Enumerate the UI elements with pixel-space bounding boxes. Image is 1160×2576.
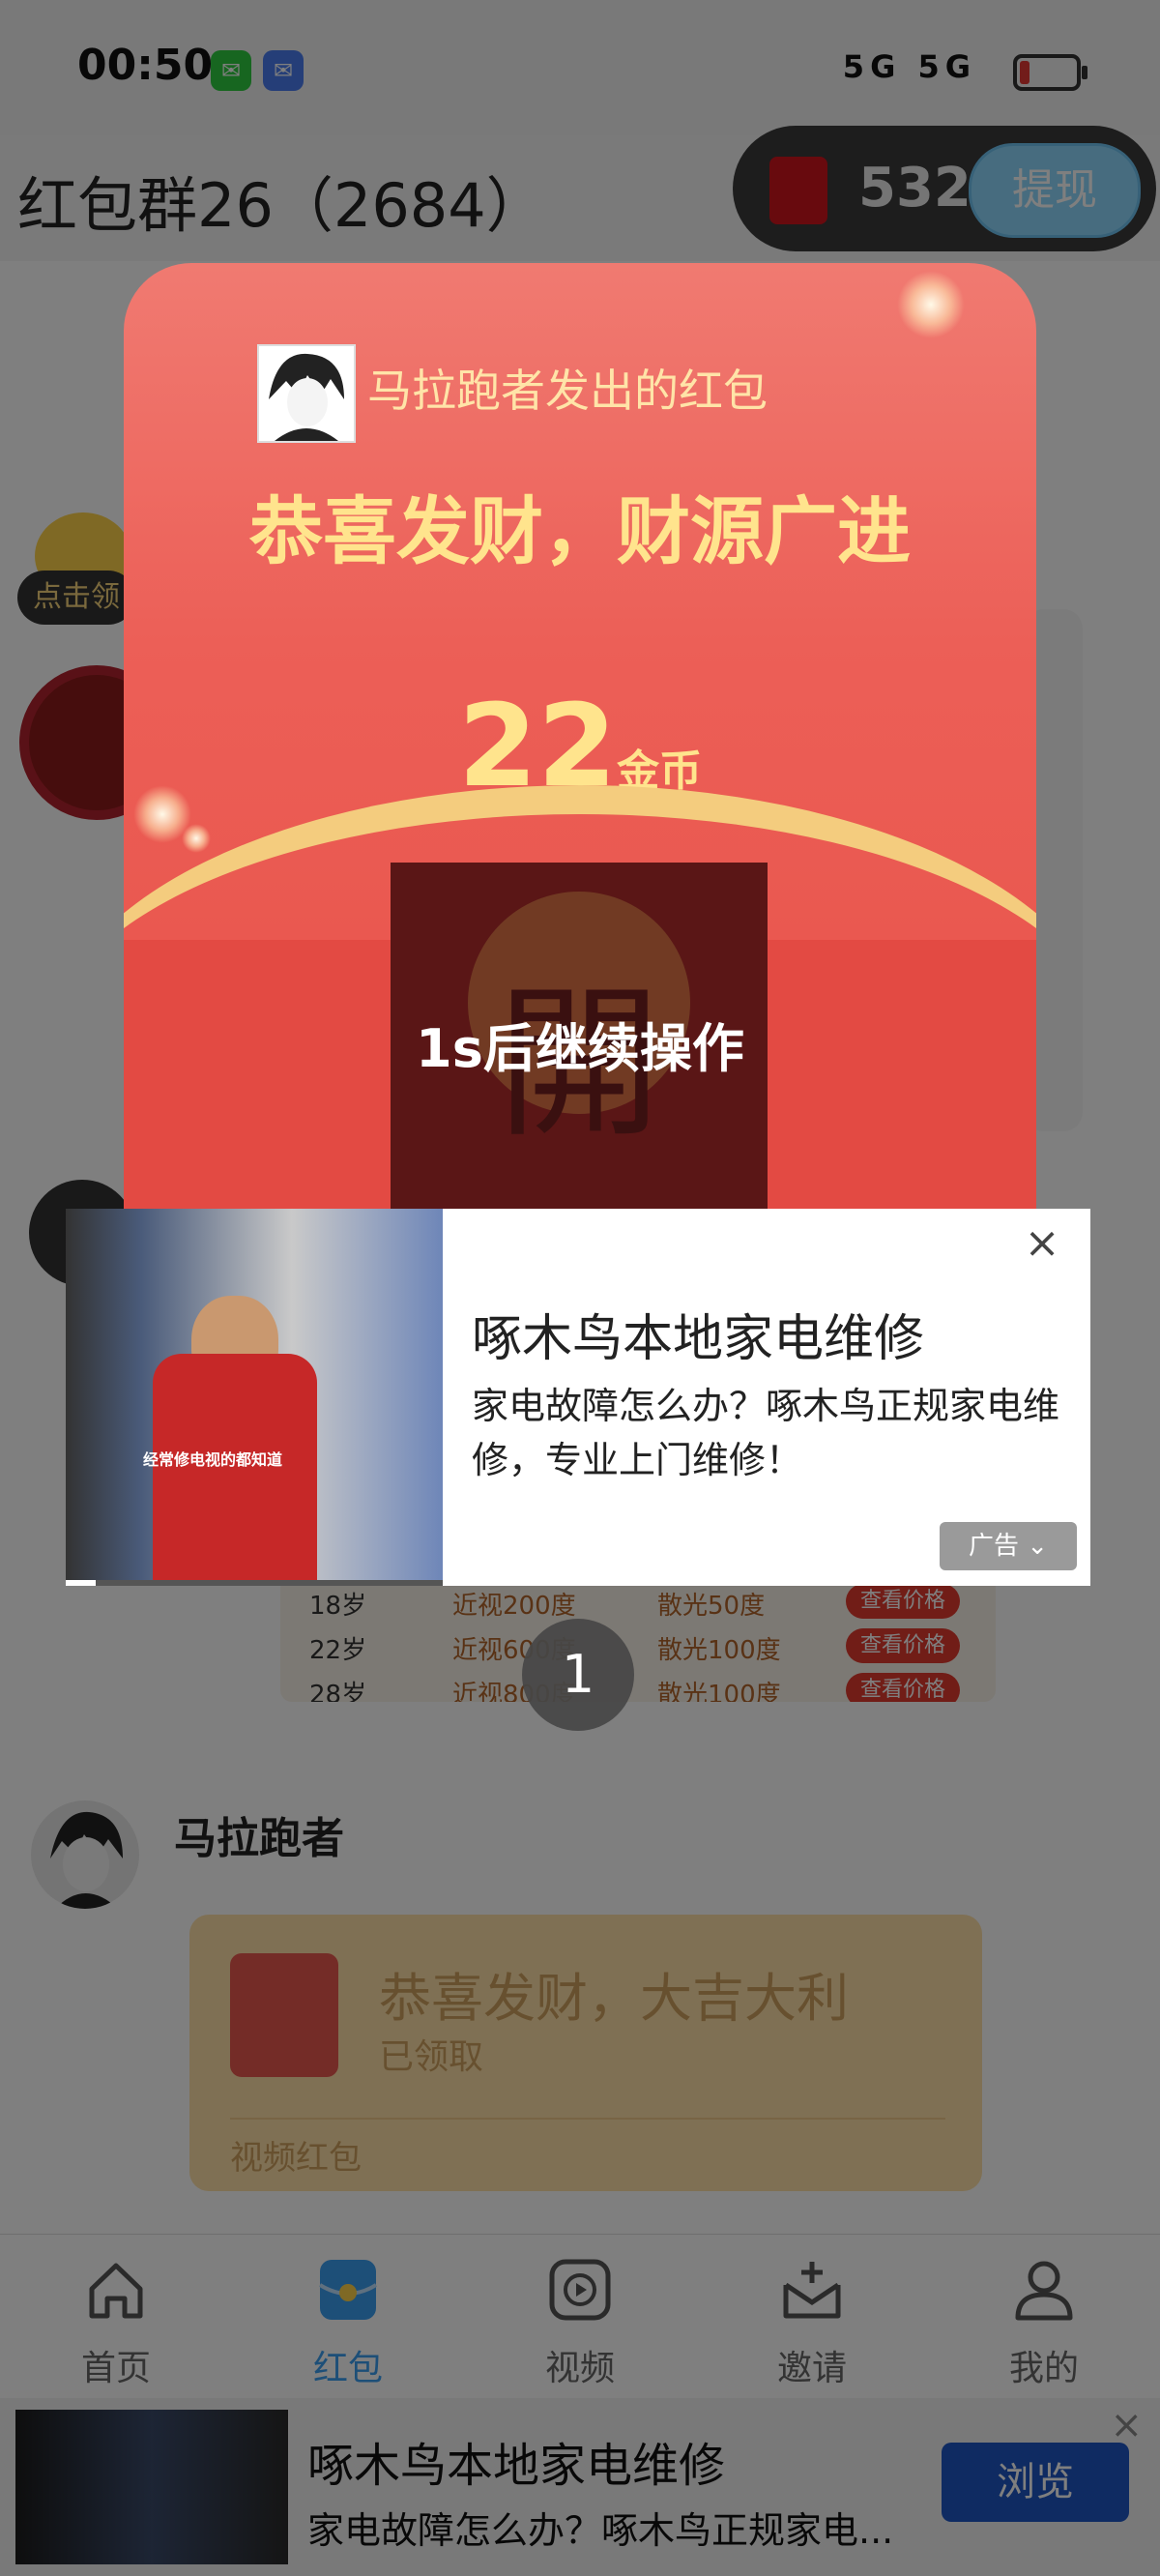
- close-icon[interactable]: ×: [1021, 1222, 1063, 1265]
- person-figure: [153, 1354, 317, 1586]
- video-caption: 经常修电视的都知道: [143, 1450, 283, 1469]
- ad-video[interactable]: 经常修电视的都知道: [66, 1209, 443, 1586]
- envelope-blessing: 恭喜发财，财源广进: [249, 488, 911, 574]
- ad-description: 家电故障怎么办？啄木鸟正规家电维修，专业上门维修！: [472, 1385, 1060, 1481]
- red-envelope-modal: 马拉跑者发出的红包 恭喜发财，财源广进 22金币 開 1s后继续操作: [124, 263, 1036, 1211]
- ad-popup[interactable]: 经常修电视的都知道 × 啄木鸟本地家电维修 家电故障怎么办？啄木鸟正规家电维修，…: [66, 1209, 1090, 1586]
- ad-badge[interactable]: 广告 ⌄: [940, 1522, 1077, 1570]
- video-progress: [66, 1580, 443, 1586]
- ad-badge-label: 广告: [968, 1532, 1019, 1561]
- chevron-down-icon: ⌄: [1027, 1532, 1049, 1561]
- banner-dim: [0, 2398, 1160, 2576]
- ad-title: 啄木鸟本地家电维修: [472, 1310, 925, 1368]
- envelope-sender: 马拉跑者发出的红包: [367, 365, 768, 417]
- sparkle: [897, 271, 965, 338]
- countdown-circle: 1: [522, 1619, 634, 1731]
- countdown-text: 1s后继续操作: [416, 1018, 744, 1079]
- sender-avatar: [257, 344, 356, 443]
- sparkle: [182, 824, 211, 853]
